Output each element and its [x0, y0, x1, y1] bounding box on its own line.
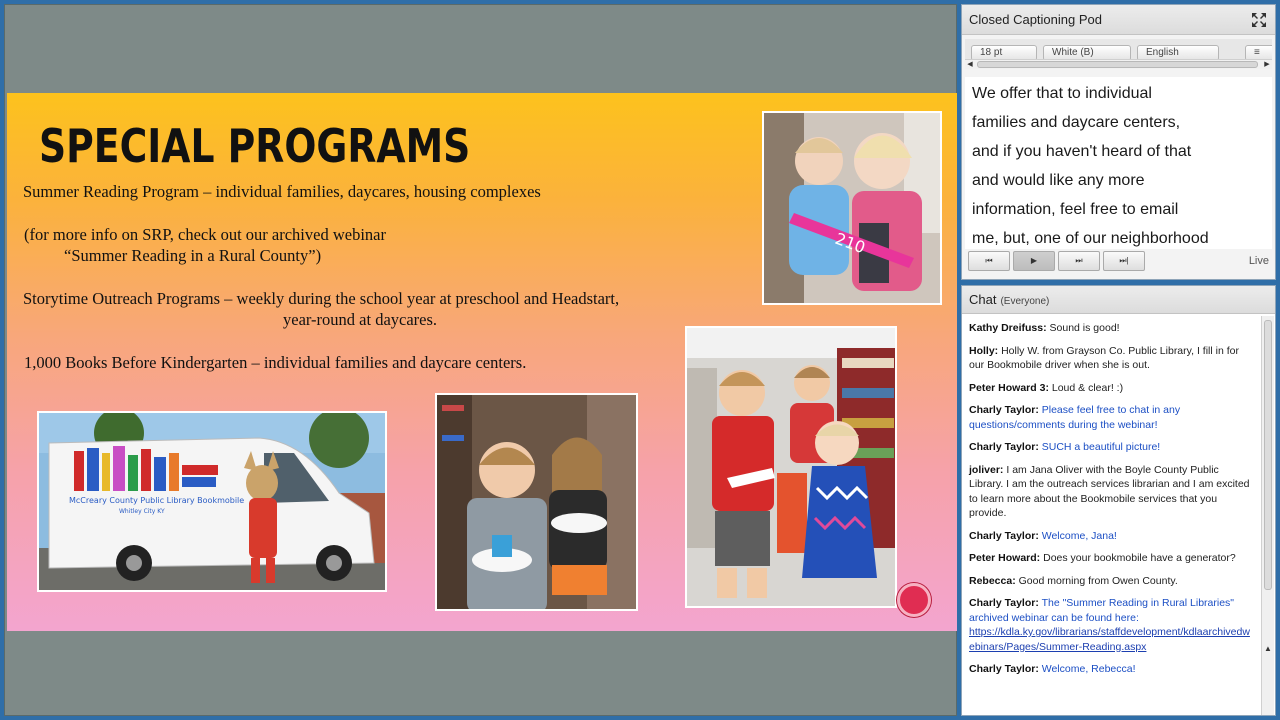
chat-message: Peter Howard: Does your bookmobile have … [969, 551, 1253, 566]
caption-line: We offer that to individual [972, 85, 1152, 102]
caption-line: information, feel free to email [972, 201, 1179, 218]
photo-toddlers: 210 [762, 111, 942, 305]
chat-message: Charly Taylor: The "Summer Reading in Ru… [969, 596, 1253, 654]
fast-forward-button[interactable]: ⏭ [1058, 251, 1100, 271]
chat-text: SUCH a beautiful picture! [1041, 441, 1161, 453]
closed-captioning-pod: Closed Captioning Pod 18 pt White (B) En… [961, 4, 1276, 280]
slide-line-1000-books: 1,000 Books Before Kindergarten – indivi… [24, 353, 527, 372]
adobe-connect-room: SPECIAL PROGRAMS Summer Reading Program … [0, 0, 1280, 720]
cc-pod-header: Closed Captioning Pod [962, 5, 1275, 35]
share-pod: SPECIAL PROGRAMS Summer Reading Program … [4, 4, 957, 716]
van-label: McCreary County Public Library Bookmobil… [69, 496, 244, 505]
skip-to-end-button[interactable]: ⏭| [1103, 251, 1145, 271]
fullscreen-icon[interactable] [1250, 11, 1268, 29]
chat-sender: Charly Taylor: [969, 404, 1039, 416]
live-label[interactable]: Live [1249, 255, 1269, 267]
slide-line-storytime: Storytime Outreach Programs – weekly dur… [23, 289, 620, 308]
caption-line: and if you haven't heard of that [972, 143, 1192, 160]
chat-sender: Charly Taylor: [969, 441, 1039, 453]
caption-text-area: We offer that to individual families and… [965, 77, 1272, 249]
caption-line: and would like any more [972, 172, 1145, 189]
slide-line-daycares: year-round at daycares. [283, 310, 438, 329]
chat-sender: Kathy Dreifuss: [969, 322, 1047, 334]
chat-sender: joliver: [969, 463, 1004, 476]
chat-sender: Rebecca: [969, 574, 1016, 587]
chat-message: Charly Taylor: SUCH a beautiful picture! [969, 440, 1253, 455]
cc-playback-controls: ⏮ ▶ ⏭ ⏭| Live [968, 251, 1269, 273]
webinar-link[interactable]: https://kdla.ky.gov/librarians/staffdeve… [969, 626, 1250, 653]
chat-message: Charly Taylor: Welcome, Jana! [969, 529, 1253, 544]
chat-sender: Charly Taylor: [969, 597, 1039, 609]
cc-horizontal-scrollbar[interactable]: ◀ ▶ [965, 59, 1272, 69]
slide-line-summer-reading: Summer Reading Program – individual fami… [23, 182, 541, 201]
photo-kids-in-bookmobile [685, 326, 897, 608]
chat-sender: Peter Howard 3: [969, 381, 1049, 394]
caption-line: me, but, one of our neighborhood [972, 230, 1209, 247]
chat-text: Welcome, Rebecca! [1041, 663, 1136, 675]
chat-sender: Charly Taylor: [969, 529, 1039, 542]
scroll-down-icon[interactable]: ▲ [1262, 644, 1274, 653]
chat-text: Loud & clear! :) [1051, 381, 1124, 394]
chat-text: Holly W. from Grayson Co. Public Library… [969, 344, 1239, 372]
slide-line-webinar-title: “Summer Reading in a Rural County”) [64, 246, 322, 265]
rewind-button[interactable]: ⏮ [968, 251, 1010, 271]
chat-text: Welcome, Jana! [1041, 529, 1117, 542]
chat-message: Charly Taylor: Please feel free to chat … [969, 403, 1253, 432]
chat-scroll-thumb[interactable] [1264, 320, 1272, 590]
chat-header: Chat (Everyone) [962, 286, 1275, 314]
chat-sender: Charly Taylor: [969, 663, 1039, 675]
chat-message: Holly: Holly W. from Grayson Co. Public … [969, 344, 1253, 373]
scroll-left-icon[interactable]: ◀ [965, 60, 975, 69]
van-sublabel: Whitley City KY [119, 508, 165, 515]
chat-sender: Peter Howard: [969, 552, 1041, 564]
chat-text: Sound is good! [1049, 322, 1120, 334]
chat-text: Good morning from Owen County. [1018, 574, 1178, 587]
chat-message: joliver: I am Jana Oliver with the Boyle… [969, 463, 1253, 521]
chat-messages: Kathy Dreifuss: Sound is good! Holly: Ho… [962, 316, 1259, 715]
chat-message: Rebecca: Good morning from Owen County. [969, 574, 1253, 589]
chat-scope[interactable]: (Everyone) [1000, 296, 1049, 307]
presentation-slide: SPECIAL PROGRAMS Summer Reading Program … [7, 93, 957, 631]
photo-bookmobile-van: McCreary County Public Library Bookmobil… [37, 411, 387, 592]
slide-line-srp-info: (for more info on SRP, check out our arc… [24, 225, 386, 244]
chat-pod: Chat (Everyone) Kathy Dreifuss: Sound is … [961, 285, 1276, 716]
slide-title: SPECIAL PROGRAMS [39, 119, 471, 173]
scroll-thumb[interactable] [977, 61, 1258, 68]
chat-text: I am Jana Oliver with the Boyle County P… [969, 463, 1250, 520]
play-button[interactable]: ▶ [1013, 251, 1055, 271]
scroll-right-icon[interactable]: ▶ [1262, 60, 1272, 69]
cc-toolbar: 18 pt White (B) English ≡ ◀ ▶ [965, 39, 1272, 69]
chat-vertical-scrollbar[interactable]: ▲ [1261, 316, 1274, 715]
cc-pod-title: Closed Captioning Pod [969, 12, 1102, 27]
chat-message: Peter Howard 3: Loud & clear! :) [969, 381, 1253, 396]
chat-message: Kathy Dreifuss: Sound is good! [969, 321, 1253, 336]
chat-sender: Holly: [969, 344, 999, 357]
chat-message: Charly Taylor: Welcome, Rebecca! [969, 662, 1253, 677]
photo-kids-with-plates [435, 393, 638, 611]
chat-title: Chat [969, 292, 997, 307]
caption-line: families and daycare centers, [972, 114, 1181, 131]
record-indicator-icon [897, 583, 931, 617]
chat-text: Does your bookmobile have a generator? [1043, 552, 1236, 564]
